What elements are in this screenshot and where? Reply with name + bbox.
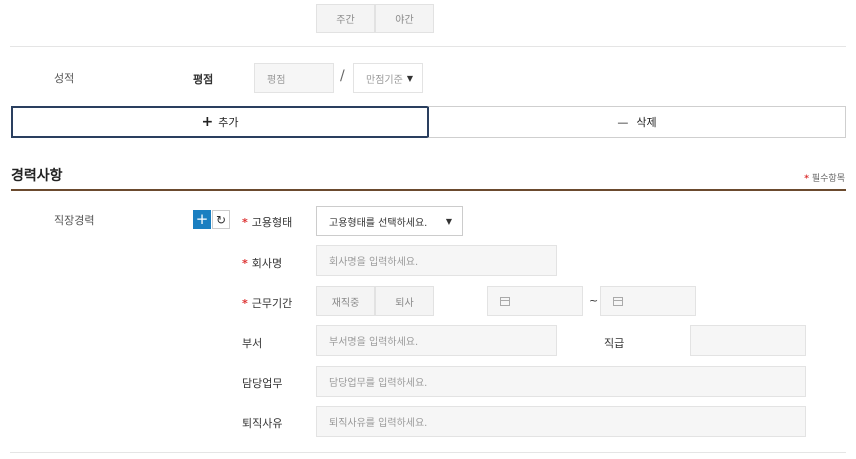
delete-button[interactable]: — 삭제 [427,106,846,138]
required-note-text: 필수항목 [811,174,845,184]
employment-type-label-text: 고용형태 [251,216,293,229]
caret-down-icon: ▼ [445,216,452,226]
position-input[interactable] [690,325,806,356]
employment-type-label: * 고용형태 [242,214,292,230]
status-resigned-button[interactable]: 퇴사 [375,286,434,316]
employment-type-select-value: 고용형태를 선택하세요. [329,217,428,229]
section-rule [11,189,846,191]
plus-icon: + [195,210,209,228]
required-star: * [242,216,248,229]
period-label: * 근무기간 [242,295,292,311]
add-career-button[interactable]: + [193,210,211,229]
dept-input[interactable]: 부서명을 입력하세요. [316,325,557,356]
reason-input[interactable]: 퇴직사유를 입력하세요. [316,406,806,437]
company-input[interactable]: 회사명을 입력하세요. [316,245,557,276]
gpa-max-select-value: 만점기준 [366,74,403,86]
required-star: * [804,174,809,184]
delete-button-label: 삭제 [636,116,657,129]
grades-section-label: 성적 [54,72,75,85]
duty-input[interactable]: 담당업무를 입력하세요. [316,366,806,397]
plus-icon: + [201,114,214,130]
gpa-max-select[interactable]: 만점기준 ▼ [353,63,423,93]
career-section-title: 경력사항 [11,168,63,184]
caret-down-icon: ▼ [406,73,413,83]
start-date-input[interactable] [487,286,583,316]
required-star: * [242,297,248,310]
required-star: * [242,257,248,270]
employment-type-select[interactable]: 고용형태를 선택하세요. ▼ [316,206,463,236]
career-section-label: 직장경력 [54,214,95,227]
minus-icon: — [617,115,629,129]
position-label: 직급 [604,337,625,350]
period-label-text: 근무기간 [251,297,293,310]
refresh-icon: ↻ [215,212,227,227]
dept-label: 부서 [242,337,263,350]
gpa-label: 평점 [193,73,214,86]
add-button[interactable]: + 추가 [11,106,427,138]
reason-label: 퇴직사유 [242,417,283,430]
date-range-separator: ~ [589,294,599,307]
gpa-input[interactable]: 평점 [254,63,334,93]
duty-label: 담당업무 [242,377,283,390]
status-employed-button[interactable]: 재직중 [316,286,375,316]
divider [10,46,846,47]
shift-night-button[interactable]: 야간 [375,4,434,33]
divider [10,452,846,453]
required-note: * 필수항목 [804,171,845,184]
shift-day-button[interactable]: 주간 [316,4,375,33]
calendar-icon [613,296,623,306]
end-date-input[interactable] [600,286,696,316]
company-label-text: 회사명 [251,257,283,270]
refresh-button[interactable]: ↻ [212,210,230,229]
calendar-icon [500,296,510,306]
company-label: * 회사명 [242,255,282,271]
gpa-slash: / [340,68,345,84]
add-button-label: 추가 [218,116,239,129]
